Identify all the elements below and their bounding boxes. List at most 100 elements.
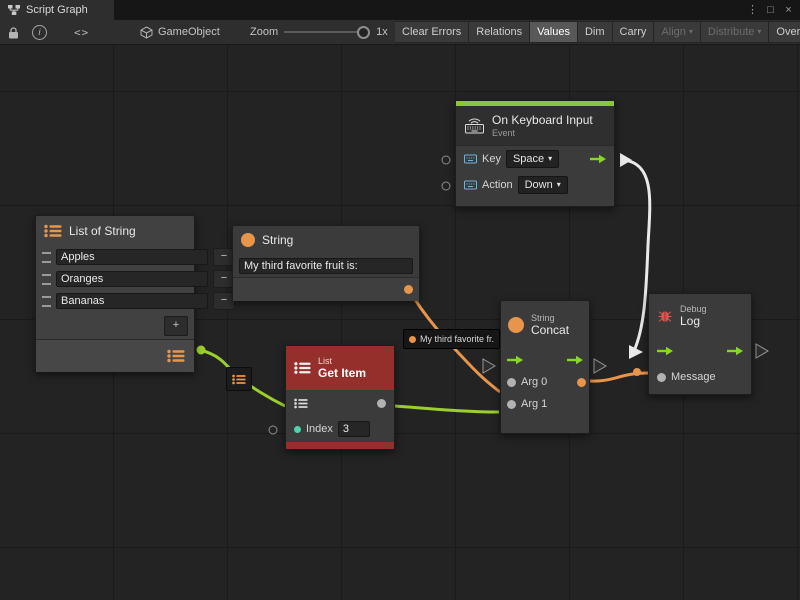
- node-subtitle: Event: [492, 128, 593, 138]
- graph-toolbar: i <> GameObject Zoom 1x Clear Errors Rel…: [0, 20, 800, 45]
- arg1-label: Arg 1: [521, 398, 547, 410]
- inspect-icon[interactable]: i: [32, 20, 47, 44]
- index-label: Index: [306, 423, 333, 435]
- add-row: +: [36, 312, 194, 339]
- flow-out-arrow-icon[interactable]: [567, 355, 583, 365]
- message-port[interactable]: [657, 373, 666, 382]
- node-get-item[interactable]: List Get Item Index: [285, 345, 395, 450]
- string-type-icon: [508, 317, 524, 333]
- relations-button[interactable]: Relations: [468, 21, 530, 43]
- message-row: Message: [649, 364, 751, 390]
- arg1-row: Arg 1: [501, 393, 589, 415]
- node-category: Debug: [680, 304, 707, 314]
- node-debug-log[interactable]: Debug Log Message: [648, 293, 752, 395]
- result-output-port[interactable]: [577, 378, 586, 387]
- node-category: String: [531, 313, 569, 323]
- list-item-input[interactable]: [56, 271, 208, 287]
- chevron-down-icon: ▾: [757, 28, 761, 36]
- node-category: List: [318, 356, 366, 366]
- list-item-input[interactable]: [56, 293, 208, 309]
- list-icon: [294, 361, 311, 375]
- close-icon[interactable]: ×: [781, 0, 796, 20]
- overview-button[interactable]: Overv: [768, 21, 800, 43]
- drag-handle-icon[interactable]: [42, 252, 51, 263]
- node-title: Log: [680, 314, 707, 328]
- string-value-input[interactable]: [239, 258, 413, 274]
- bug-icon: [657, 308, 673, 324]
- list-item-row: −: [36, 246, 194, 268]
- action-row: Action Down ▾: [456, 172, 614, 198]
- item-output-port[interactable]: [377, 399, 386, 408]
- maximize-icon[interactable]: □: [763, 0, 778, 20]
- code-icon[interactable]: <>: [74, 20, 89, 44]
- list-icon: [232, 374, 246, 385]
- list-item-row: −: [36, 290, 194, 312]
- title-bar: Script Graph ⋮ □ ×: [0, 0, 800, 20]
- string-output-row: [233, 277, 419, 301]
- flow-row: [501, 349, 589, 371]
- script-graph-window: Script Graph ⋮ □ × i <> GameObject Zoom: [0, 0, 800, 600]
- list-output-icon[interactable]: [167, 349, 185, 363]
- clear-errors-button[interactable]: Clear Errors: [395, 21, 469, 43]
- message-label: Message: [671, 371, 716, 383]
- index-port[interactable]: [294, 426, 301, 433]
- action-label: Action: [482, 179, 513, 191]
- zoom-control: Zoom 1x: [250, 20, 388, 44]
- node-title: Concat: [531, 323, 569, 337]
- flow-row: [649, 338, 751, 364]
- flow-out-arrow-icon[interactable]: [727, 346, 743, 356]
- gameobject-label: GameObject: [158, 26, 220, 38]
- wire-value-text: My third favorite fr...: [420, 334, 494, 344]
- list-item-input[interactable]: [56, 249, 208, 265]
- lock-icon[interactable]: [8, 20, 19, 44]
- list-port-row: [286, 390, 394, 416]
- index-input[interactable]: [338, 421, 370, 437]
- node-header: String Concat: [501, 301, 589, 349]
- string-value-row: [233, 254, 419, 277]
- error-footer-bar: [286, 442, 394, 449]
- chevron-down-icon: ▾: [689, 28, 693, 36]
- zoom-knob[interactable]: [357, 26, 370, 39]
- arg0-row: Arg 0: [501, 371, 589, 393]
- node-header: Debug Log: [649, 294, 751, 338]
- tab-script-graph[interactable]: Script Graph: [0, 0, 114, 20]
- gameobject-selector[interactable]: GameObject: [140, 20, 220, 44]
- zoom-value: 1x: [376, 26, 388, 38]
- carry-button[interactable]: Carry: [612, 21, 655, 43]
- distribute-button[interactable]: Distribute▾: [700, 21, 769, 43]
- node-string-literal[interactable]: String: [232, 225, 420, 301]
- string-type-icon: [241, 233, 255, 247]
- flow-in-arrow-icon[interactable]: [507, 355, 523, 365]
- zoom-slider[interactable]: [284, 31, 366, 33]
- drag-handle-icon[interactable]: [42, 274, 51, 285]
- toolbar-buttons: Clear Errors Relations Values Dim Carry …: [395, 20, 800, 44]
- zoom-label: Zoom: [250, 26, 278, 38]
- node-title: String: [262, 233, 293, 247]
- graph-icon: [8, 4, 20, 16]
- key-row: Key Space ▾: [456, 146, 614, 172]
- key-type-icon: [464, 154, 477, 164]
- string-output-port[interactable]: [404, 285, 413, 294]
- node-on-keyboard-input[interactable]: On Keyboard Input Event Key Space ▾: [455, 100, 615, 207]
- window-controls: ⋮ □ ×: [745, 0, 796, 20]
- arg1-port[interactable]: [507, 400, 516, 409]
- drag-handle-icon[interactable]: [42, 296, 51, 307]
- arg0-label: Arg 0: [521, 376, 547, 388]
- arg0-port[interactable]: [507, 378, 516, 387]
- node-title: Get Item: [318, 366, 366, 380]
- flow-in-arrow-icon[interactable]: [657, 346, 673, 356]
- node-list-of-string[interactable]: List of String − − − +: [35, 215, 195, 372]
- add-item-button[interactable]: +: [164, 316, 188, 336]
- values-button[interactable]: Values: [529, 21, 578, 43]
- list-icon: [44, 224, 62, 238]
- key-dropdown[interactable]: Space ▾: [506, 150, 559, 168]
- key-label: Key: [482, 153, 501, 165]
- flow-out-arrow-icon[interactable]: [590, 154, 606, 164]
- align-button[interactable]: Align▾: [653, 21, 700, 43]
- list-item-row: −: [36, 268, 194, 290]
- dim-button[interactable]: Dim: [577, 21, 613, 43]
- window-menu-icon[interactable]: ⋮: [745, 0, 760, 20]
- action-dropdown[interactable]: Down ▾: [518, 176, 568, 194]
- list-input-port[interactable]: [294, 398, 308, 409]
- node-concat[interactable]: String Concat Arg 0 Arg 1: [500, 300, 590, 434]
